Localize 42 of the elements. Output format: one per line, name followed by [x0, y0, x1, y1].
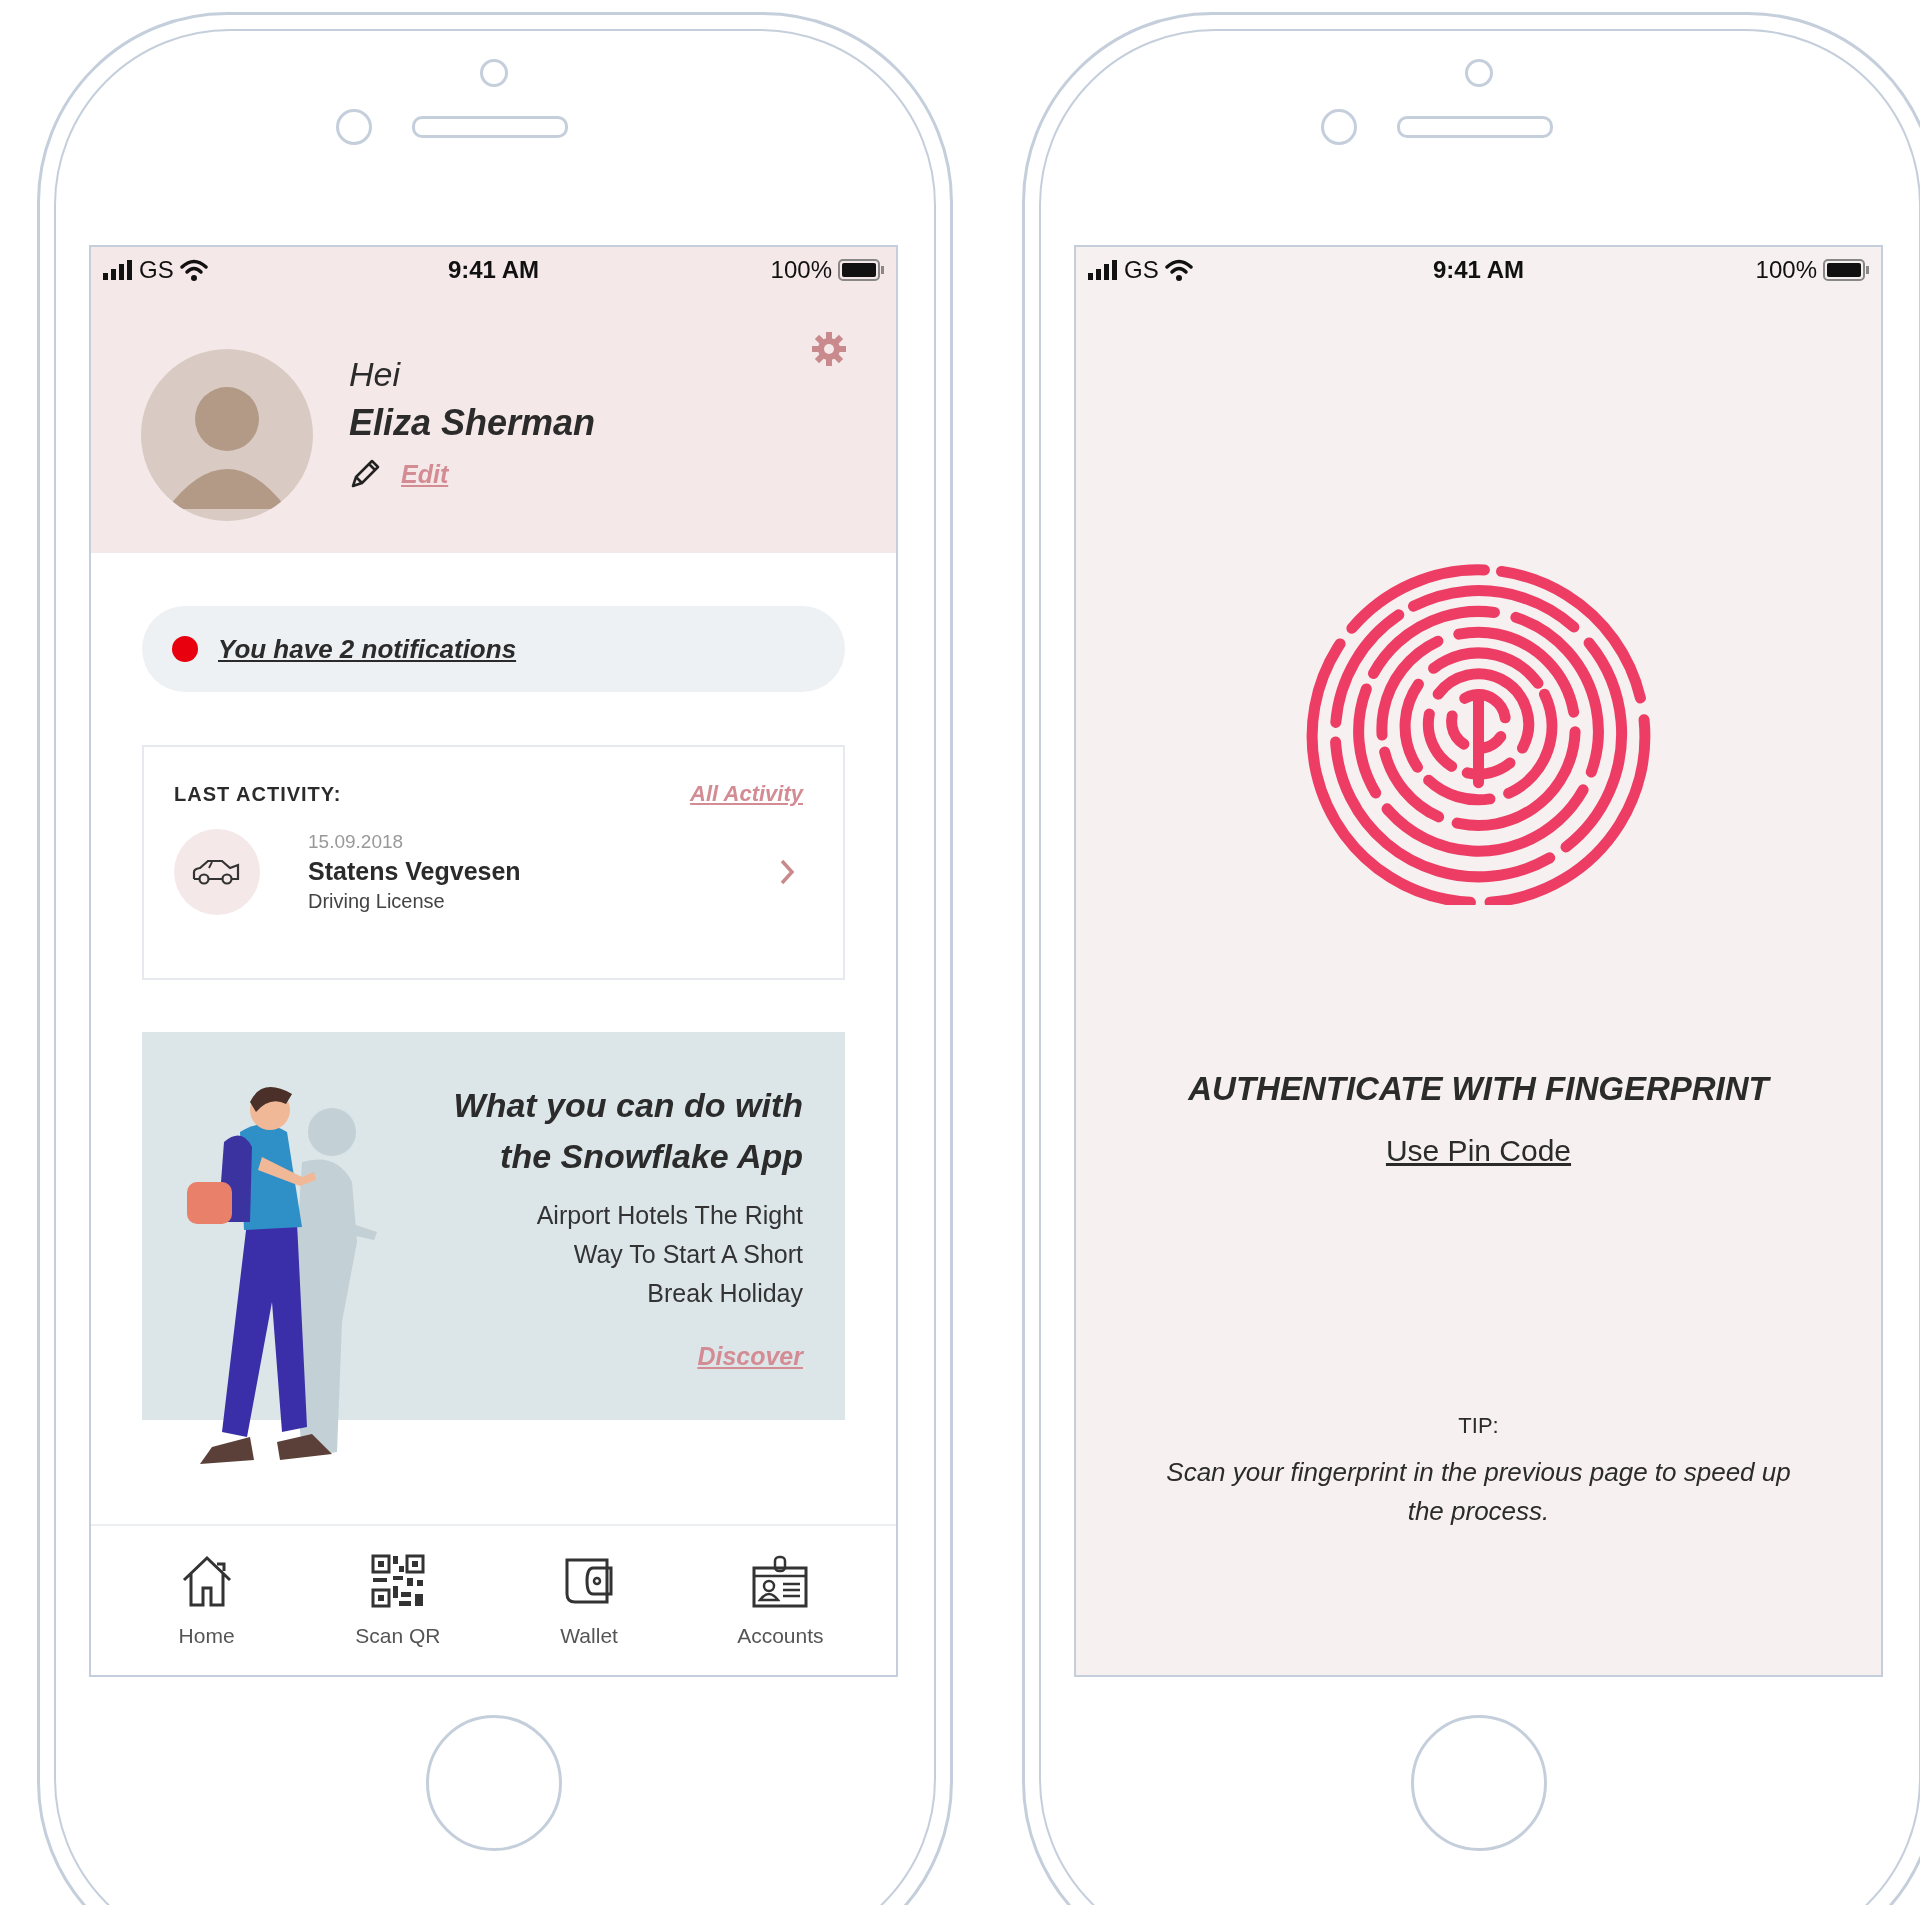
front-camera: [1320, 109, 1357, 145]
status-time: 9:41 AM: [1432, 255, 1525, 284]
camera-dot: [1464, 59, 1493, 87]
tip-text: Scan your fingerprint in the previous page to speed up the process.: [1165, 1456, 1792, 1528]
activity-subtitle: Driving License: [308, 890, 446, 913]
settings-icon[interactable]: [812, 332, 846, 366]
activity-title: Statens Vegvesen: [308, 857, 522, 886]
battery-icon: [838, 258, 884, 281]
carrier-name: GS: [139, 255, 174, 284]
promo-title: What you can do with the Snowflake App: [452, 1085, 803, 1177]
greeting: Hei: [349, 355, 402, 394]
qr-code-icon: [370, 1553, 425, 1608]
section-title: LAST ACTIVITY:: [174, 782, 342, 806]
camera-dot: [479, 59, 508, 87]
home-icon: [180, 1553, 233, 1608]
chevron-right-icon[interactable]: [779, 858, 795, 886]
home-button[interactable]: [425, 1715, 562, 1851]
home-button[interactable]: [1410, 1715, 1547, 1851]
wifi-icon: [179, 258, 208, 281]
tab-bar-item[interactable]: Accounts: [695, 1553, 866, 1648]
pencil-icon: [349, 458, 381, 490]
tip-label: TIP:: [1458, 1413, 1499, 1439]
front-camera: [335, 109, 372, 145]
signal-icon: [103, 259, 133, 280]
notification-text: You have 2 notifications: [218, 633, 517, 665]
status-time: 9:41 AM: [447, 255, 540, 284]
activity-date: 15.09.2018: [308, 831, 405, 853]
id-card-icon: [752, 1553, 809, 1608]
battery-percent: 100%: [770, 255, 832, 284]
battery-percent: 100%: [1755, 255, 1817, 284]
user-name: Eliza Sherman: [349, 402, 596, 444]
tab-bar-item[interactable]: Wallet: [504, 1553, 675, 1648]
notification-banner[interactable]: You have 2 notifications: [142, 606, 845, 692]
tab-bar-item[interactable]: Scan QR: [312, 1553, 483, 1648]
wifi-icon: [1164, 258, 1193, 281]
use-pin-code-link[interactable]: Use Pin Code: [1385, 1134, 1572, 1168]
carrier-name: GS: [1124, 255, 1159, 284]
tab-bar-item[interactable]: Home: [121, 1553, 292, 1648]
promo-text: Airport Hotels The Right Way To Start A Short Break Holiday: [535, 1200, 803, 1309]
auth-title: AUTHENTICATE WITH FINGERPRINT: [1188, 1070, 1769, 1108]
signal-icon: [1088, 259, 1118, 280]
battery-icon: [1823, 258, 1869, 281]
